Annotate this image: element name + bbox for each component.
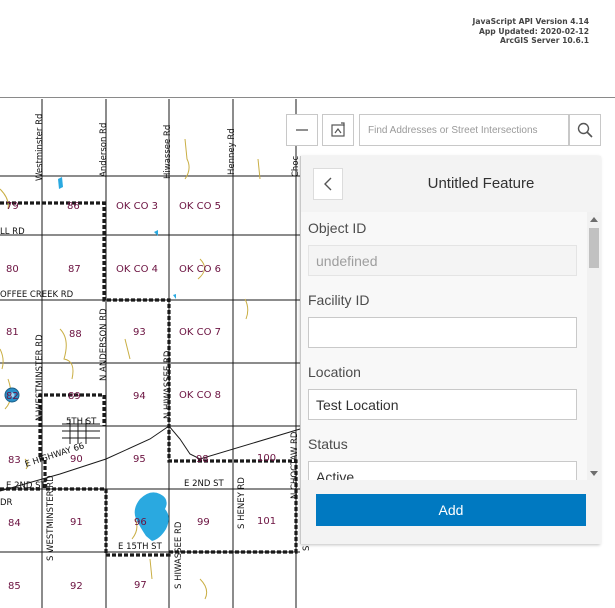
road-label-anderson: Anderson Rd	[99, 123, 109, 177]
road-label-5th-st: 5TH ST	[66, 417, 97, 427]
pond-polygon	[58, 177, 63, 189]
status-field[interactable]	[308, 461, 577, 480]
section-label: OK CO 6	[179, 264, 221, 275]
app-header: JavaScript API Version 4.14 App Updated:…	[0, 0, 615, 98]
scroll-down-arrow[interactable]	[590, 471, 598, 476]
facility-id-field[interactable]	[308, 317, 577, 348]
zoom-out-button[interactable]	[286, 114, 318, 146]
pond-polygon-tiny	[173, 294, 176, 299]
api-version: JavaScript API Version 4.14	[472, 17, 589, 26]
section-label: 81	[6, 327, 19, 338]
section-label: 99	[197, 517, 210, 528]
section-label: 79	[6, 201, 19, 212]
section-label: OK CO 7	[179, 327, 221, 338]
section-label: OK CO 3	[116, 201, 158, 212]
road-label-n-westminster: N WESTMINSTER RD	[35, 334, 45, 421]
section-label: 98	[196, 454, 209, 465]
object-id-field	[308, 245, 577, 276]
full-extent-button[interactable]	[322, 114, 354, 146]
scroll-up-arrow[interactable]	[590, 217, 598, 222]
water-bodies	[58, 177, 176, 541]
status-label: Status	[308, 436, 348, 452]
section-label: 96	[134, 517, 147, 528]
section-label: 82	[6, 391, 19, 402]
road-label-hall: LL RD	[0, 227, 25, 237]
search-icon	[577, 122, 593, 138]
road-label-2nd-st-left: E 2ND ST	[6, 481, 46, 491]
road-label-s-westminster: S WESTMINSTER RD	[46, 475, 56, 561]
section-label: 89	[68, 391, 81, 402]
section-label: 90	[70, 454, 83, 465]
section-label: 86	[67, 201, 80, 212]
road-label-coffee-creek: OFFEE CREEK RD	[0, 290, 74, 300]
section-label: 101	[257, 516, 276, 527]
feature-panel: Untitled Feature Object ID Facility ID L…	[300, 156, 601, 544]
section-label: 88	[69, 329, 82, 340]
back-button[interactable]	[313, 168, 343, 200]
search-button[interactable]	[569, 114, 601, 146]
road-label-hiwassee: Hiwassee Rd	[163, 125, 173, 179]
section-label: 94	[133, 391, 146, 402]
location-label: Location	[308, 364, 361, 380]
road-label-15th-st: E 15TH ST	[118, 542, 163, 552]
road-label-dr: DR	[0, 498, 13, 508]
search-field[interactable]	[359, 114, 569, 146]
location-field[interactable]	[308, 389, 577, 420]
road-label-n-anderson: N ANDERSON RD	[99, 308, 109, 381]
section-label: 84	[8, 518, 21, 529]
server-version: ArcGIS Server 10.6.1	[499, 36, 589, 45]
add-button[interactable]: Add	[316, 494, 586, 526]
section-label: 97	[134, 580, 147, 591]
panel-footer: Add	[301, 480, 601, 544]
app-updated: App Updated: 2020-02-12	[478, 26, 589, 36]
section-label: 83	[8, 455, 21, 466]
section-label: OK CO 4	[116, 264, 158, 275]
section-label: OK CO 5	[179, 201, 221, 212]
chevron-left-icon	[324, 177, 332, 191]
version-info: JavaScript API Version 4.14 App Updated:…	[473, 17, 589, 46]
section-label: 95	[133, 454, 146, 465]
map-extent-icon	[331, 122, 345, 137]
section-label: 92	[70, 581, 83, 592]
road-label-s-henney: S HENEY RD	[237, 477, 247, 529]
facility-id-label: Facility ID	[308, 292, 370, 308]
section-label: OK CO 8	[179, 390, 221, 401]
section-label: 91	[70, 517, 83, 528]
minus-icon	[296, 129, 308, 131]
section-label: 85	[8, 581, 21, 592]
object-id-label: Object ID	[308, 220, 367, 236]
scroll-thumb[interactable]	[589, 228, 599, 268]
road-label-n-choctaw: N CHOCTAW RD	[290, 431, 300, 499]
section-label: 87	[68, 264, 81, 275]
road-label-n-hiwassee: N HIWASSEE RD	[163, 350, 173, 419]
feature-form: Object ID Facility ID Location Status	[301, 212, 587, 480]
section-label: 80	[6, 264, 19, 275]
road-label-2nd-st-right: E 2ND ST	[184, 479, 224, 489]
section-label: 93	[133, 327, 146, 338]
road-label-henney: Henney Rd	[227, 128, 237, 175]
road-label-s-choctaw: S	[302, 546, 312, 551]
panel-title: Untitled Feature	[427, 175, 535, 192]
section-label: 100	[257, 453, 276, 464]
road-label-s-hiwassee: S HIWASSEE RD	[174, 521, 184, 589]
search-input[interactable]	[360, 115, 568, 145]
road-label-westminster: Westminster Rd	[35, 114, 45, 181]
panel-header: Untitled Feature	[301, 156, 601, 212]
